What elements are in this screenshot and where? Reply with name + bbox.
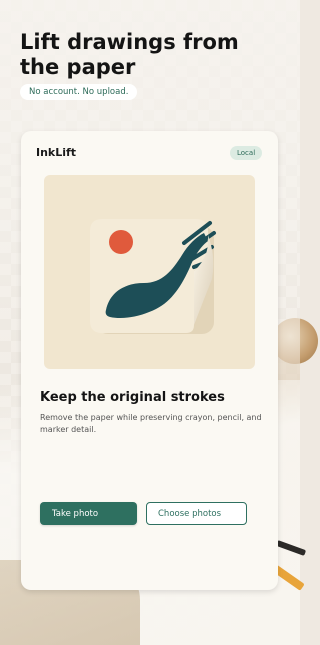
- take-photo-button[interactable]: Take photo: [40, 502, 137, 525]
- local-badge: Local: [230, 146, 263, 160]
- app-name: InkLift: [36, 146, 77, 159]
- feature-title: Keep the original strokes: [40, 390, 225, 405]
- onboarding-card: InkLift Local Keep the original strokes …: [21, 131, 278, 590]
- choose-photos-button[interactable]: Choose photos: [146, 502, 247, 525]
- page-title: Lift drawings from the paper: [20, 30, 239, 79]
- sun-icon: [109, 230, 133, 254]
- preview-illustration: [44, 175, 255, 369]
- feature-description: Remove the paper while preserving crayon…: [40, 413, 262, 434]
- peeling-sticker-image: [90, 219, 216, 334]
- privacy-tagline: No account. No upload.: [20, 84, 138, 100]
